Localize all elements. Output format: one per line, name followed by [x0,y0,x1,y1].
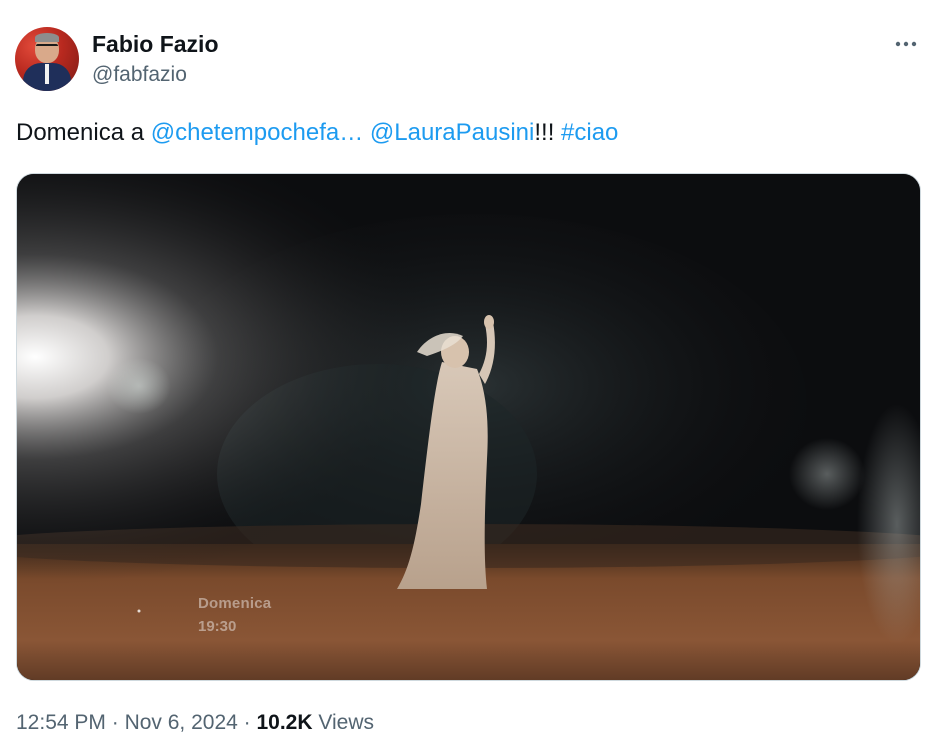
views-label: Views [312,711,375,734]
tweet-meta: 12:54 PM · Nov 6, 2024 · 10.2K Views [16,708,374,738]
tweet-time[interactable]: 12:54 PM [16,711,106,734]
mention-chetempochefa[interactable]: @chetempochefa… [151,119,363,146]
avatar-glasses [36,44,58,51]
avatar-tie [45,64,49,84]
video-overlay-day: Domenica [198,595,272,612]
avatar-hair [35,33,59,42]
meta-separator: · [105,711,125,734]
tweet-text: Domenica a @chetempochefa… @LauraPausini… [16,117,618,149]
more-horizontal-icon [895,41,917,47]
author-name[interactable]: Fabio Fazio [92,30,219,58]
tweet-text-prefix: Domenica a [16,119,151,146]
tweet-date[interactable]: Nov 6, 2024 [125,711,238,734]
video-player[interactable]: Domenica 19:30 [16,173,921,681]
mention-laurapausini[interactable]: @LauraPausini [370,119,534,146]
video-frame [17,174,920,680]
more-options-button[interactable] [890,30,922,58]
hashtag-ciao[interactable]: #ciao [561,119,618,146]
video-overlay-time: 19:30 [198,618,237,635]
tweet-card: Fabio Fazio @fabfazio Domenica a @chetem… [0,0,946,750]
views-count[interactable]: 10.2K [256,711,312,734]
author-handle[interactable]: @fabfazio [92,62,187,88]
author-avatar[interactable] [15,27,79,91]
meta-separator: · [237,711,257,734]
tweet-text-punctuation: !!! [534,119,562,146]
